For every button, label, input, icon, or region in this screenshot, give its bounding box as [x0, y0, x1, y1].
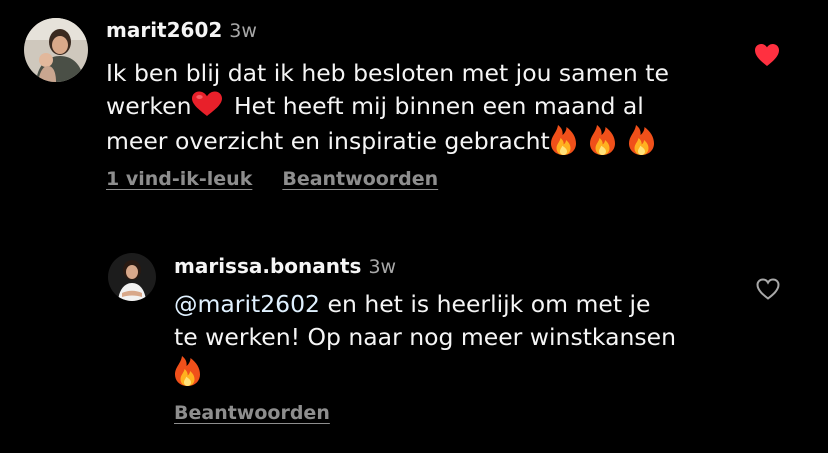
comment-text: Ik ben blij dat ik heb besloten met jou …	[106, 57, 746, 158]
reply-line-1-wrap: @marit2602 en het is heerlijk om met je	[174, 288, 734, 321]
fire-emoji-icon	[174, 354, 201, 387]
reply-reply-button[interactable]: Beantwoorden	[174, 402, 330, 424]
mention-link[interactable]: @marit2602	[174, 290, 320, 318]
comment-header: marit2602 3w	[106, 18, 257, 42]
comment-line-2: werken	[106, 92, 192, 120]
avatar-marit2602[interactable]	[24, 18, 88, 82]
comment-time: 3w	[229, 20, 257, 42]
comment-line-1: Ik ben blij dat ik heb besloten met jou …	[106, 59, 669, 87]
comment-line-2-wrap: werken Het heeft mij binnen een maand al	[106, 90, 746, 123]
comment-actions: 1 vind-ik-leuk Beantwoorden	[106, 168, 438, 190]
reply-time: 3w	[368, 256, 397, 278]
fire-emoji-icon	[550, 123, 577, 156]
reply-header: marissa.bonants 3w	[174, 254, 396, 278]
comment-line-4: meer overzicht en inspiratie gebracht	[106, 127, 550, 155]
fire-emoji-icon	[628, 123, 655, 156]
reply-actions: Beantwoorden	[174, 402, 330, 424]
reply-line-2: te werken! Op naar nog meer winstkansen	[174, 323, 676, 351]
likes-count-link[interactable]: 1 vind-ik-leuk	[106, 168, 252, 190]
comment-username[interactable]: marit2602	[106, 18, 222, 42]
reply-username[interactable]: marissa.bonants	[174, 254, 361, 278]
comment-line-3: Het heeft mij binnen een maand al	[233, 92, 644, 120]
red-heart-emoji-icon	[191, 91, 223, 117]
reply-line-3-wrap	[174, 354, 734, 389]
fire-emoji-icon	[589, 123, 616, 156]
comment-line-4-wrap: meer overzicht en inspiratie gebracht	[106, 123, 746, 158]
like-outline-heart-icon[interactable]	[756, 278, 780, 300]
avatar-marissa-bonants[interactable]	[108, 253, 156, 301]
reply-text: @marit2602 en het is heerlijk om met je …	[174, 288, 734, 389]
reply-line-1: en het is heerlijk om met je	[327, 290, 651, 318]
reply-button[interactable]: Beantwoorden	[282, 168, 438, 190]
like-filled-heart-icon[interactable]	[754, 43, 780, 67]
